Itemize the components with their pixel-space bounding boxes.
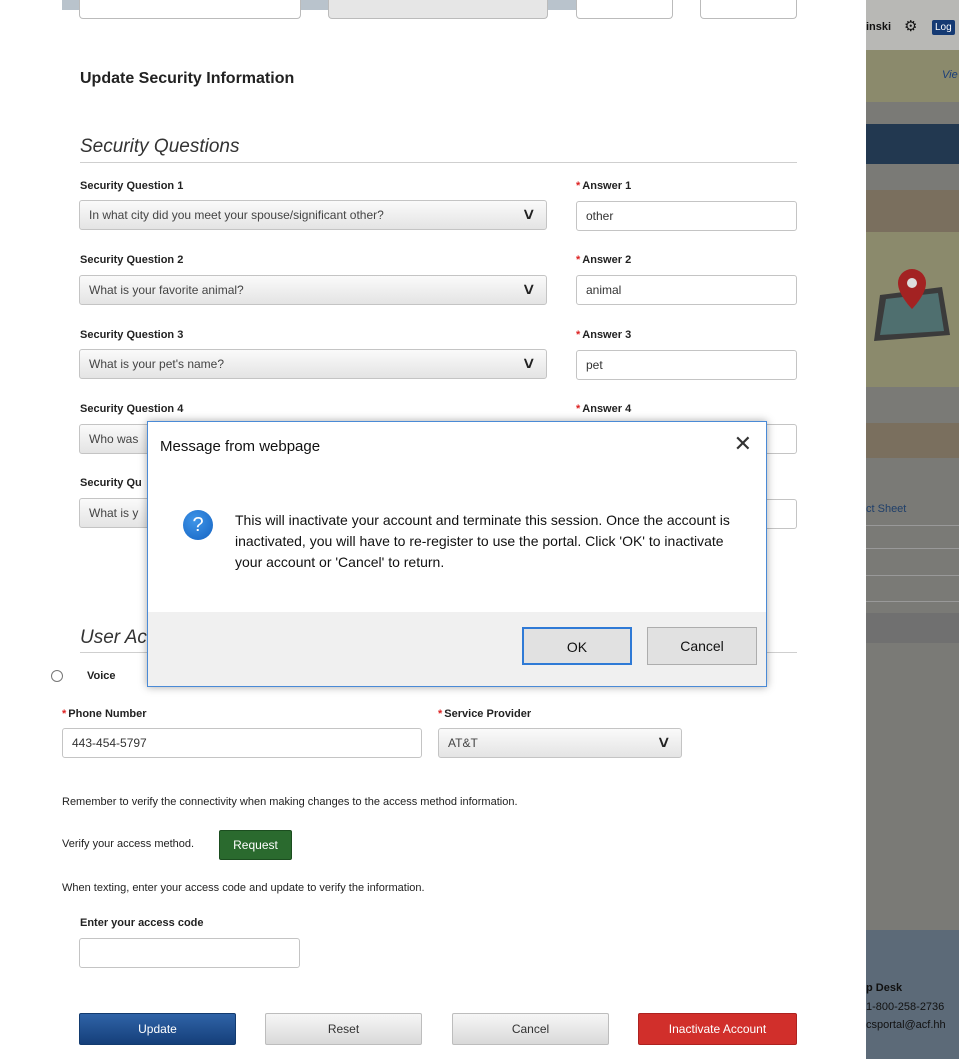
background-page: inski ⚙ Log Vie ct Sheet p Desk 1-800-25… [866,0,959,1059]
background-footer [866,930,959,1059]
voice-radio[interactable] [51,670,63,682]
top-field[interactable] [79,0,301,19]
background-section-header-3 [866,613,959,643]
background-divider [866,525,959,526]
phone-number-label: * Phone Number [62,708,147,720]
remember-note: Remember to verify the connectivity when… [62,796,518,808]
background-help-phone: 1-800-258-2736 [866,1001,945,1013]
top-field[interactable] [328,0,548,19]
question-2-label: Security Question 2 [80,254,184,266]
log-button: Log [932,20,955,35]
user-access-heading: User Ac [80,627,147,648]
background-section-header-2 [866,423,959,458]
background-fact-sheet-link: ct Sheet [866,503,907,515]
message-dialog: Message from webpage ✕ ? This will inact… [147,421,767,687]
background-view-link: Vie [942,69,958,81]
voice-radio-label: Voice [87,670,116,682]
dialog-message: This will inactivate your account and te… [235,512,730,570]
dialog-title: Message from webpage [160,438,321,455]
dialog-ok-button[interactable]: OK [522,627,632,665]
question-3-select[interactable]: What is your pet's name? ˅ [79,349,547,379]
texting-note: When texting, enter your access code and… [62,882,425,894]
background-help-email: csportal@acf.hh [866,1019,946,1031]
chevron-down-icon: ˅ [523,354,534,374]
top-field[interactable] [700,0,797,19]
background-divider [866,575,959,576]
inactivate-account-button[interactable]: Inactivate Account [638,1013,797,1045]
answer-3-input[interactable]: pet [576,350,797,380]
question-1-label: Security Question 1 [80,180,184,192]
access-code-label: Enter your access code [80,917,204,929]
dialog-cancel-button[interactable]: Cancel [647,627,757,665]
gear-icon: ⚙ [904,18,918,35]
background-divider [866,548,959,549]
map-icon [874,269,950,341]
update-button[interactable]: Update [79,1013,236,1045]
answer-2-label: * Answer 2 [576,254,632,266]
background-username: inski [866,21,892,33]
answer-2-input[interactable]: animal [576,275,797,305]
answer-1-input[interactable]: other [576,201,797,231]
question-3-label: Security Question 3 [80,329,184,341]
background-divider [866,601,959,602]
answer-1-label: * Answer 1 [576,180,632,192]
access-code-input[interactable] [79,938,300,968]
background-help-desk: p Desk [866,982,903,994]
reset-button[interactable]: Reset [265,1013,422,1045]
question-icon: ? [183,510,213,540]
question-4-label: Security Question 4 [80,403,184,415]
chevron-down-icon: ˅ [523,280,534,300]
question-2-select[interactable]: What is your favorite animal? ˅ [79,275,547,305]
security-questions-heading: Security Questions [80,136,240,157]
answer-3-label: * Answer 3 [576,329,632,341]
service-provider-label: * Service Provider [438,708,532,720]
question-5-label: Security Qu [80,477,142,489]
close-icon[interactable]: ✕ [734,431,752,457]
chevron-down-icon: ˅ [658,733,669,753]
background-navbar [866,124,959,164]
page-title: Update Security Information [80,70,295,87]
top-field[interactable] [576,0,673,19]
verify-access-text: Verify your access method. [62,838,195,850]
phone-number-input[interactable]: 443-454-5797 [62,728,422,758]
section-divider [80,162,797,163]
answer-4-label: * Answer 4 [576,403,632,415]
question-1-select[interactable]: In what city did you meet your spouse/si… [79,200,547,230]
background-section-header [866,190,959,232]
cancel-button[interactable]: Cancel [452,1013,609,1045]
request-button[interactable]: Request [219,830,292,860]
chevron-down-icon: ˅ [523,205,534,225]
service-provider-select[interactable]: AT&T ˅ [438,728,682,758]
